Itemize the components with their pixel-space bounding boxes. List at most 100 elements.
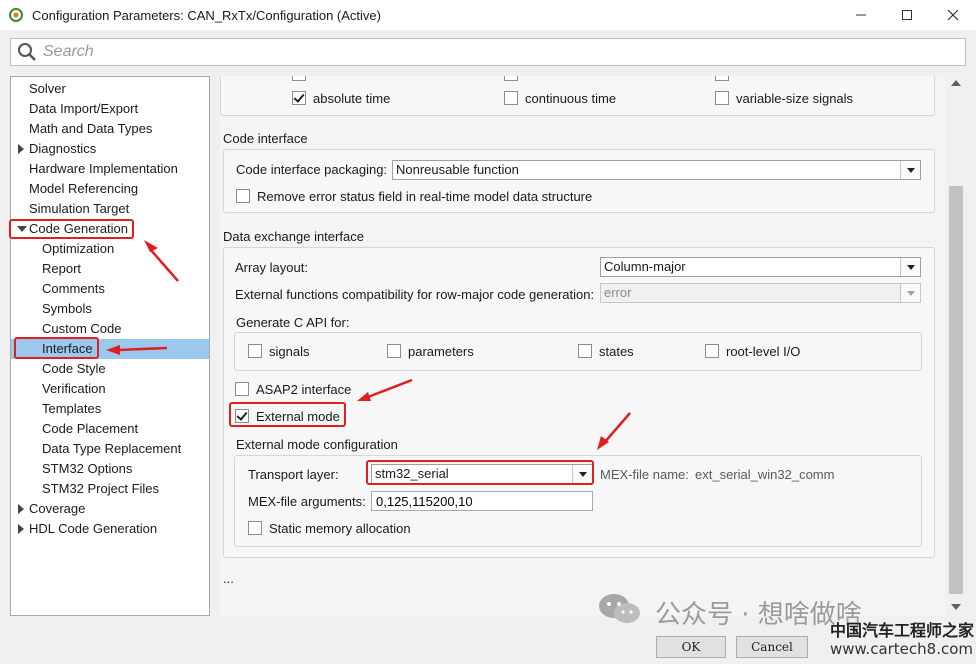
- simulink-app-icon: [9, 8, 23, 22]
- c-api-signals-checkbox[interactable]: [248, 344, 262, 358]
- array-layout-dropdown[interactable]: Column-major: [600, 257, 921, 277]
- tree-item-data-type-replacement[interactable]: Data Type Replacement: [42, 439, 181, 459]
- variable-size-signals-checkbox[interactable]: [715, 91, 729, 105]
- tree-item-diagnostics[interactable]: Diagnostics: [29, 139, 96, 159]
- continuous-time-checkbox[interactable]: [504, 91, 518, 105]
- tree-item-templates[interactable]: Templates: [42, 399, 101, 419]
- expand-coverage-icon[interactable]: [18, 504, 24, 514]
- title-bar: Configuration Parameters: CAN_RxTx/Confi…: [0, 0, 976, 30]
- tree-item-stm32-project-files[interactable]: STM32 Project Files: [42, 479, 159, 499]
- c-api-label: Generate C API for:: [236, 315, 350, 330]
- tree-item-stm32-options[interactable]: STM32 Options: [42, 459, 132, 479]
- asap2-interface-label: ASAP2 interface: [256, 382, 352, 397]
- watermark-site-name: 中国汽车工程师之家: [830, 621, 975, 640]
- search-input[interactable]: [43, 43, 923, 61]
- tree-item-interface[interactable]: Interface: [11, 339, 209, 359]
- tree-item-hardware-implementation[interactable]: Hardware Implementation: [29, 159, 178, 179]
- mex-file-name-label: MEX-file name:: [600, 467, 689, 482]
- clipped-checkbox-1[interactable]: [292, 76, 306, 81]
- external-mode-checkbox[interactable]: [235, 409, 249, 423]
- expand-diagnostics-icon[interactable]: [18, 144, 24, 154]
- tree-item-report[interactable]: Report: [42, 259, 81, 279]
- external-mode-label: External mode: [256, 409, 340, 424]
- vertical-scrollbar[interactable]: [946, 76, 966, 616]
- c-api-states-label: states: [599, 344, 634, 359]
- window-title: Configuration Parameters: CAN_RxTx/Confi…: [32, 7, 381, 23]
- code-interface-packaging-value: Nonreusable function: [396, 162, 519, 177]
- static-memory-allocation-checkbox[interactable]: [248, 521, 262, 535]
- c-api-signals-label: signals: [269, 344, 310, 359]
- settings-panel: absolute time continuous time variable-s…: [220, 76, 946, 616]
- continuous-time-label: continuous time: [525, 91, 617, 106]
- c-api-root-io-label: root-level I/O: [726, 344, 801, 359]
- tree-item-simulation-target[interactable]: Simulation Target: [29, 199, 129, 219]
- c-api-root-io-checkbox[interactable]: [705, 344, 719, 358]
- code-interface-packaging-label: Code interface packaging:: [236, 162, 388, 177]
- scrollbar-thumb[interactable]: [949, 186, 963, 594]
- scroll-down-icon[interactable]: [951, 604, 961, 610]
- tree-item-data-import-export[interactable]: Data Import/Export: [29, 99, 138, 119]
- more-ellipsis: ...: [223, 571, 234, 586]
- data-exchange-title: Data exchange interface: [223, 229, 364, 244]
- wechat-logo-icon: [599, 594, 640, 623]
- code-interface-packaging-dropdown[interactable]: Nonreusable function: [392, 160, 921, 180]
- remove-error-status-checkbox[interactable]: [236, 189, 250, 203]
- array-layout-value: Column-major: [604, 259, 686, 274]
- search-bar[interactable]: [10, 38, 966, 66]
- tree-item-code-style[interactable]: Code Style: [42, 359, 106, 379]
- expand-hdl-code-generation-icon[interactable]: [18, 524, 24, 534]
- minimize-icon: [856, 14, 866, 16]
- ext-compat-value: error: [604, 285, 632, 300]
- tree-item-model-referencing[interactable]: Model Referencing: [29, 179, 138, 199]
- mex-file-arguments-input[interactable]: [371, 491, 593, 511]
- c-api-parameters-label: parameters: [408, 344, 474, 359]
- tree-item-solver[interactable]: Solver: [29, 79, 66, 99]
- chevron-down-icon: [900, 258, 920, 276]
- ok-button[interactable]: OK: [656, 636, 726, 658]
- transport-layer-value: stm32_serial: [375, 466, 449, 481]
- asap2-interface-checkbox[interactable]: [235, 382, 249, 396]
- clipped-checkbox-3[interactable]: [715, 76, 729, 81]
- tree-item-verification[interactable]: Verification: [42, 379, 106, 399]
- transport-layer-dropdown[interactable]: stm32_serial: [371, 464, 593, 484]
- watermark-site-url: www.cartech8.com: [830, 640, 974, 658]
- variable-size-signals-label: variable-size signals: [736, 91, 854, 106]
- scroll-up-icon[interactable]: [951, 80, 961, 86]
- code-interface-title: Code interface: [223, 131, 308, 146]
- tree-item-math-data-types[interactable]: Math and Data Types: [29, 119, 152, 139]
- array-layout-label: Array layout:: [235, 260, 308, 275]
- tree-item-coverage[interactable]: Coverage: [29, 499, 85, 519]
- static-memory-allocation-label: Static memory allocation: [269, 521, 411, 536]
- chevron-down-icon: [900, 161, 920, 179]
- transport-layer-label: Transport layer:: [248, 467, 339, 482]
- tree-item-symbols[interactable]: Symbols: [42, 299, 92, 319]
- clipped-checkbox-2[interactable]: [504, 76, 518, 81]
- mex-file-arguments-label: MEX-file arguments:: [248, 494, 366, 509]
- absolute-time-checkbox[interactable]: [292, 91, 306, 105]
- tree-item-code-placement[interactable]: Code Placement: [42, 419, 138, 439]
- c-api-states-checkbox[interactable]: [578, 344, 592, 358]
- close-icon: [947, 9, 959, 21]
- tree-item-hdl-code-generation[interactable]: HDL Code Generation: [29, 519, 157, 539]
- collapse-code-generation-icon[interactable]: [17, 226, 27, 232]
- chevron-down-icon: [900, 284, 920, 302]
- tree-item-code-generation[interactable]: Code Generation: [29, 219, 128, 239]
- ext-compat-label: External functions compatibility for row…: [235, 287, 595, 302]
- remove-error-status-label: Remove error status field in real-time m…: [257, 189, 593, 204]
- tree-item-comments[interactable]: Comments: [42, 279, 105, 299]
- absolute-time-label: absolute time: [313, 91, 391, 106]
- cancel-button[interactable]: Cancel: [736, 636, 808, 658]
- tree-item-optimization[interactable]: Optimization: [42, 239, 114, 259]
- external-mode-config-title: External mode configuration: [236, 437, 398, 452]
- mex-file-name-value: ext_serial_win32_comm: [695, 467, 835, 482]
- minimize-button[interactable]: [838, 0, 884, 30]
- close-button[interactable]: [930, 0, 976, 30]
- category-tree: Solver Data Import/Export Math and Data …: [10, 76, 210, 616]
- ext-compat-dropdown[interactable]: error: [600, 283, 921, 303]
- maximize-button[interactable]: [884, 0, 930, 30]
- search-icon: [18, 43, 36, 61]
- maximize-icon: [902, 10, 912, 20]
- chevron-down-icon: [572, 465, 592, 483]
- c-api-parameters-checkbox[interactable]: [387, 344, 401, 358]
- tree-item-custom-code[interactable]: Custom Code: [42, 319, 121, 339]
